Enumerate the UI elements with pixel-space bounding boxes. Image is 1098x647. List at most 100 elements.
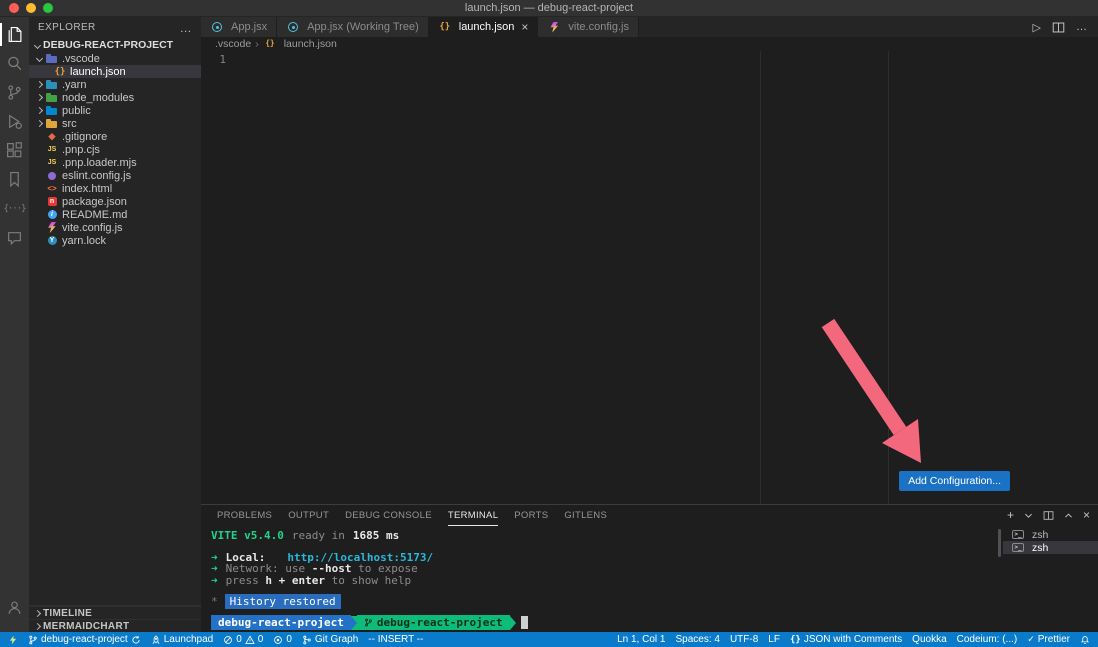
status-vim-mode[interactable]: -- INSERT --: [363, 632, 428, 647]
tree-item-public[interactable]: public: [29, 104, 201, 117]
prompt-branch-name: debug-react-project: [377, 617, 503, 629]
panel-tab-output[interactable]: OUTPUT: [280, 505, 337, 526]
activity-bookmarks[interactable]: [0, 165, 29, 194]
activity-snippets[interactable]: {···}: [0, 194, 29, 223]
activity-run-debug[interactable]: [0, 107, 29, 136]
tree-item-eslint-config[interactable]: eslint.config.js: [29, 169, 201, 182]
add-configuration-button[interactable]: Add Configuration...: [899, 471, 1010, 491]
split-editor-icon[interactable]: [1052, 21, 1065, 34]
activity-source-control[interactable]: [0, 78, 29, 107]
html-icon: [45, 183, 59, 195]
terminal-scrollbar[interactable]: [998, 529, 1001, 557]
command-decoration-icon: [211, 595, 218, 608]
terminal[interactable]: VITE v5.4.0ready in1685 ms ➜Local:http:/…: [201, 526, 1003, 632]
split-terminal-icon[interactable]: [1043, 510, 1054, 521]
window-title: launch.json — debug-react-project: [0, 2, 1098, 14]
close-panel-icon[interactable]: ×: [1083, 510, 1090, 521]
file-tree: .vscode launch.json .yarn node_modules: [29, 52, 201, 605]
panel-tab-problems[interactable]: PROBLEMS: [209, 505, 280, 526]
prompt-git-segment: debug-react-project: [357, 615, 510, 630]
close-tab-icon[interactable]: ×: [521, 22, 528, 32]
panel-tab-ports[interactable]: PORTS: [506, 505, 556, 526]
activity-extensions[interactable]: [0, 136, 29, 165]
tab-app-jsx-working-tree[interactable]: App.jsx (Working Tree): [277, 17, 429, 37]
run-and-debug-icon: [6, 113, 23, 130]
timeline-section[interactable]: TIMELINE: [29, 606, 201, 619]
tab-app-jsx[interactable]: App.jsx: [201, 17, 277, 37]
status-counter[interactable]: 0: [268, 632, 297, 647]
tab-label: App.jsx (Working Tree): [307, 21, 419, 33]
tree-item-readme[interactable]: README.md: [29, 208, 201, 221]
status-notifications[interactable]: [1075, 632, 1095, 647]
tab-label: App.jsx: [231, 21, 267, 33]
tree-item-launch-json[interactable]: launch.json: [29, 65, 201, 78]
activity-chat[interactable]: [0, 223, 29, 252]
help-text: to show help: [325, 574, 411, 587]
panel-tab-gitlens[interactable]: GITLENS: [556, 505, 615, 526]
project-root-row[interactable]: DEBUG-REACT-PROJECT: [29, 38, 201, 52]
status-cursor-position[interactable]: Ln 1, Col 1: [612, 632, 670, 647]
tree-item-yarn-folder[interactable]: .yarn: [29, 78, 201, 91]
status-language[interactable]: {} JSON with Comments: [785, 632, 907, 647]
traffic-lights: [9, 3, 53, 13]
tree-item-vscode[interactable]: .vscode: [29, 52, 201, 65]
activity-search[interactable]: [0, 49, 29, 78]
status-eol[interactable]: LF: [763, 632, 785, 647]
search-icon: [6, 55, 23, 72]
tree-item-index-html[interactable]: index.html: [29, 182, 201, 195]
editor-ruler: [888, 51, 889, 504]
status-problems[interactable]: 0 0: [218, 632, 268, 647]
tree-item-gitignore[interactable]: .gitignore: [29, 130, 201, 143]
chevron-down-icon: [33, 56, 45, 61]
explorer-sidebar: EXPLORER … DEBUG-REACT-PROJECT .vscode l…: [29, 17, 201, 632]
terminal-line-history: History restored: [211, 596, 1003, 608]
titlebar: launch.json — debug-react-project: [0, 0, 1098, 17]
tree-item-pnp-cjs[interactable]: .pnp.cjs: [29, 143, 201, 156]
panel-tab-debug-console[interactable]: DEBUG CONSOLE: [337, 505, 440, 526]
status-codeium[interactable]: Codeium: (...): [952, 632, 1023, 647]
breadcrumb-file[interactable]: launch.json: [284, 38, 337, 50]
eol-label: LF: [768, 634, 780, 645]
more-actions-icon[interactable]: …: [1076, 21, 1087, 33]
tab-launch-json[interactable]: launch.json ×: [429, 17, 539, 37]
tree-item-src[interactable]: src: [29, 117, 201, 130]
status-prettier[interactable]: ✓ Prettier: [1022, 632, 1075, 647]
terminal-prompt[interactable]: debug-react-project debug-react-project: [211, 615, 1003, 630]
panel-tab-terminal[interactable]: TERMINAL: [440, 505, 506, 526]
tree-item-node-modules[interactable]: node_modules: [29, 91, 201, 104]
activity-explorer[interactable]: [0, 20, 29, 49]
language-label: JSON with Comments: [804, 634, 902, 645]
terminal-list: zsh zsh: [1003, 526, 1098, 632]
breadcrumb-folder[interactable]: .vscode: [215, 38, 251, 50]
terminal-list-item-zsh-1[interactable]: zsh: [1003, 528, 1098, 541]
vim-mode-label: -- INSERT --: [368, 634, 423, 645]
editor[interactable]: 1 Add Configuration...: [201, 51, 1098, 504]
status-launchpad[interactable]: Launchpad: [146, 632, 219, 647]
status-encoding[interactable]: UTF-8: [725, 632, 763, 647]
terminal-list-item-zsh-2[interactable]: zsh: [1003, 541, 1098, 554]
maximize-panel-icon[interactable]: [1063, 510, 1074, 521]
zoom-window-button[interactable]: [43, 3, 53, 13]
explorer-more-actions-icon[interactable]: …: [180, 25, 192, 31]
prompt-directory: debug-react-project: [211, 615, 351, 630]
close-window-button[interactable]: [9, 3, 19, 13]
tab-vite-config[interactable]: vite.config.js: [538, 17, 639, 37]
minimize-window-button[interactable]: [26, 3, 36, 13]
activity-account[interactable]: [0, 593, 29, 622]
status-remote[interactable]: [3, 632, 23, 647]
tree-item-package-json[interactable]: package.json: [29, 195, 201, 208]
rocket-icon: [151, 635, 161, 645]
status-indentation[interactable]: Spaces: 4: [670, 632, 724, 647]
mermaidchart-section[interactable]: MERMAIDCHART: [29, 619, 201, 632]
tree-item-vite-config[interactable]: vite.config.js: [29, 221, 201, 234]
chevron-down-icon[interactable]: [1023, 510, 1034, 521]
tree-item-pnp-loader-mjs[interactable]: .pnp.loader.mjs: [29, 156, 201, 169]
run-icon[interactable]: ▷: [1033, 21, 1041, 34]
status-git-graph[interactable]: Git Graph: [297, 632, 363, 647]
line-number: 1: [219, 53, 226, 66]
status-quokka[interactable]: Quokka: [907, 632, 951, 647]
vite-icon: [45, 222, 59, 234]
tree-item-yarn-lock[interactable]: yarn.lock: [29, 234, 201, 247]
status-branch[interactable]: debug-react-project: [23, 632, 146, 647]
new-terminal-icon[interactable]: +: [1007, 510, 1014, 521]
